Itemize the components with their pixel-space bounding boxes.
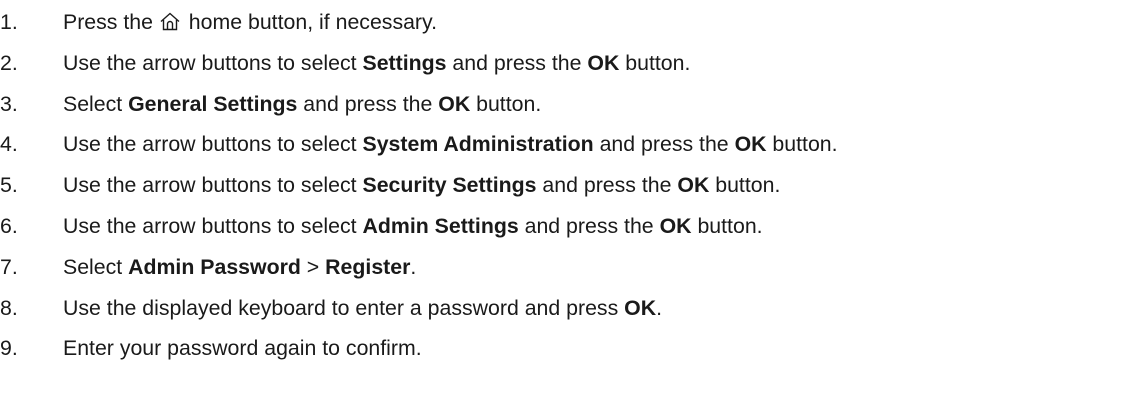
step-number: 7. (0, 254, 18, 279)
step-text: Use the arrow buttons to select System A… (63, 124, 838, 165)
step-text: Enter your password again to confirm. (63, 328, 422, 369)
step-text: Use the displayed keyboard to enter a pa… (63, 288, 662, 329)
bold-term: OK (624, 295, 657, 320)
bold-term: OK (438, 91, 471, 116)
step-number: 4. (0, 132, 18, 157)
step-number: 5. (0, 173, 18, 198)
step-text-segment: Use the arrow buttons to select (63, 50, 363, 75)
step-text: Select Admin Password > Register. (63, 247, 416, 288)
step-text-segment: and press the (536, 173, 678, 198)
bold-term: OK (587, 50, 620, 75)
bold-term: OK (677, 173, 710, 198)
step-text-segment: Enter your password again to confirm. (63, 336, 422, 361)
step-text-segment: . (656, 295, 663, 320)
step-text-segment: home button, if necessary. (182, 10, 438, 34)
step-text-segment: Press the (63, 10, 159, 34)
step-number: 3. (0, 91, 18, 116)
step-text-segment: Use the arrow buttons to select (63, 213, 363, 238)
step-text: Use the arrow buttons to select Admin Se… (63, 206, 763, 247)
step-text-segment: and press the (593, 132, 735, 157)
step-text-segment: and press the (518, 213, 660, 238)
step-number: 9. (0, 336, 18, 361)
bold-term: Admin Settings (362, 213, 519, 238)
step-text-segment: Use the arrow buttons to select (63, 132, 363, 157)
step-text: Use the arrow buttons to select Settings… (63, 43, 690, 84)
step-text: Press the home button, if necessary. (63, 2, 437, 43)
bold-term: Admin Password (128, 254, 301, 279)
step-text-segment: and press the (297, 91, 439, 116)
home-icon (159, 4, 181, 31)
step-text-segment: button. (470, 91, 542, 116)
step-number: 6. (0, 213, 18, 238)
step-text-segment: and press the (446, 50, 588, 75)
bold-term: General Settings (128, 91, 298, 116)
step-text: Select General Settings and press the OK… (63, 84, 541, 125)
step-number: 2. (0, 50, 18, 75)
step-text: Use the arrow buttons to select Security… (63, 165, 780, 206)
step-text-segment: button. (766, 132, 838, 157)
step-text-segment: Use the arrow buttons to select (63, 173, 363, 198)
bold-term: Register (325, 254, 411, 279)
step-text-segment: button. (619, 50, 691, 75)
bold-term: OK (659, 213, 692, 238)
step-text-segment: . (410, 254, 417, 279)
step-text-segment: > (300, 254, 326, 279)
bold-term: System Administration (362, 132, 594, 157)
step-text-segment: button. (691, 213, 763, 238)
bold-term: OK (734, 132, 767, 157)
bold-term: Settings (362, 50, 447, 75)
step-text-segment: Select (63, 91, 129, 116)
step-number: 8. (0, 295, 18, 320)
step-text-segment: button. (709, 173, 781, 198)
step-text-segment: Use the displayed keyboard to enter a pa… (63, 295, 625, 320)
step-text-segment: Select (63, 254, 129, 279)
bold-term: Security Settings (362, 173, 537, 198)
step-number: 1. (0, 10, 18, 34)
